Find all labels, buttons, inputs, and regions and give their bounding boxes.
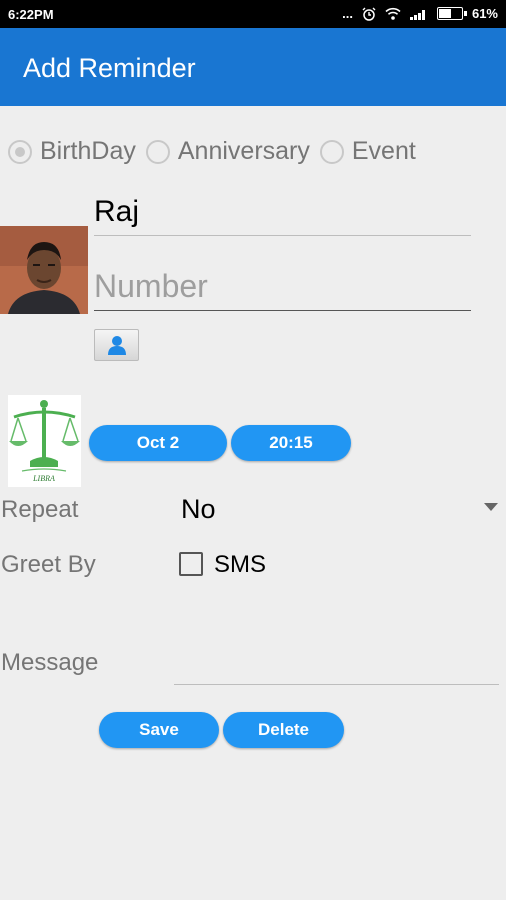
contact-photo-image bbox=[0, 226, 88, 314]
radio-button-anniversary[interactable] bbox=[145, 139, 170, 164]
status-time: 6:22PM bbox=[8, 7, 54, 22]
radio-button-birthday[interactable] bbox=[8, 139, 32, 164]
status-icons: ... 61% bbox=[342, 6, 498, 21]
zodiac-label: LIBRA bbox=[32, 474, 55, 483]
sms-checkbox[interactable] bbox=[179, 552, 203, 576]
status-bar: 6:22PM ... 61% bbox=[0, 0, 506, 28]
radio-anniversary[interactable]: Anniversary bbox=[145, 137, 310, 166]
app-bar: Add Reminder bbox=[0, 28, 506, 106]
libra-scales-icon: LIBRA bbox=[8, 395, 81, 487]
page-title: Add Reminder bbox=[23, 53, 196, 83]
time-button-label: 20:15 bbox=[269, 433, 313, 452]
repeat-label: Repeat bbox=[1, 496, 79, 523]
message-input[interactable] bbox=[174, 648, 499, 685]
alarm-icon bbox=[362, 7, 376, 21]
date-button-label: Oct 2 bbox=[136, 433, 180, 452]
radio-label-event: Event bbox=[351, 137, 416, 165]
delete-button-label: Delete bbox=[257, 720, 310, 739]
delete-button[interactable]: Delete bbox=[223, 712, 344, 748]
sms-checkbox-label[interactable]: SMS bbox=[214, 551, 266, 579]
person-icon bbox=[107, 336, 126, 355]
battery-percent: 61% bbox=[471, 6, 498, 21]
pick-contact-button[interactable] bbox=[94, 329, 139, 361]
repeat-value[interactable]: No bbox=[181, 494, 216, 525]
zodiac-image: LIBRA bbox=[8, 395, 81, 487]
message-label: Message bbox=[1, 649, 99, 676]
reminder-type-group: BirthDay Anniversary Event bbox=[8, 137, 426, 166]
name-value: Raj bbox=[94, 195, 140, 228]
dropdown-arrow-icon[interactable] bbox=[484, 503, 498, 511]
name-field[interactable]: Raj bbox=[94, 195, 471, 236]
save-button[interactable]: Save bbox=[99, 712, 219, 748]
battery-icon bbox=[436, 7, 467, 20]
radio-button-event[interactable] bbox=[319, 139, 344, 164]
time-button[interactable]: 20:15 bbox=[231, 425, 351, 461]
wifi-icon bbox=[385, 7, 401, 20]
more-dots: ... bbox=[342, 6, 353, 21]
contact-photo[interactable] bbox=[0, 226, 88, 314]
number-placeholder: Number bbox=[94, 268, 208, 304]
radio-event[interactable]: Event bbox=[319, 137, 416, 166]
radio-label-birthday: BirthDay bbox=[40, 137, 136, 165]
number-field[interactable]: Number bbox=[94, 268, 471, 311]
greet-by-label: Greet By bbox=[1, 551, 96, 578]
save-button-label: Save bbox=[139, 720, 179, 739]
date-button[interactable]: Oct 2 bbox=[89, 425, 227, 461]
radio-birthday[interactable]: BirthDay bbox=[8, 137, 136, 166]
radio-label-anniversary: Anniversary bbox=[177, 137, 310, 165]
signal-icon bbox=[409, 9, 425, 20]
